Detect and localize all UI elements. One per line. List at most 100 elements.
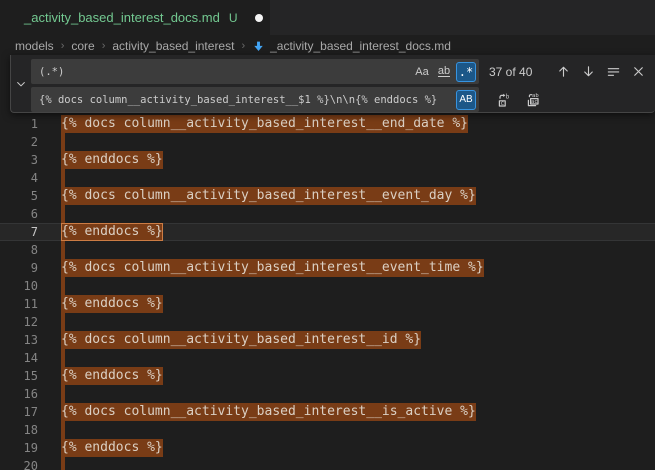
editor-line[interactable]: 9{% docs column__activity_based_interest… [0,259,655,277]
editor-line[interactable]: 6 [0,205,655,223]
find-input[interactable] [31,59,410,84]
line-content: {% docs column__activity_based_interest_… [61,403,476,421]
line-number: 19 [0,439,38,457]
line-content [61,385,65,403]
editor-line[interactable]: 14 [0,349,655,367]
markdown-file-icon [252,40,265,53]
find-match: {% enddocs %} [61,367,163,385]
current-find-match: {% enddocs %} [61,223,163,241]
find-input-box: Aa ab .* [31,59,479,84]
replace-row: AB b c a [31,87,651,112]
line-content [61,313,65,331]
line-number: 5 [0,187,38,205]
find-match-empty [61,313,65,331]
find-match-empty [61,133,65,151]
regex-toggle[interactable]: .* [456,62,476,82]
find-actions [553,61,651,82]
find-match-empty [61,241,65,259]
line-content: {% enddocs %} [61,151,163,169]
editor-line[interactable]: 17 {% docs column__activity_based_interes… [0,403,655,421]
close-icon [631,64,646,79]
editor-line[interactable]: 3 {% enddocs %} [0,151,655,169]
line-number: 13 [0,331,38,349]
line-content: {% enddocs %} [61,223,163,241]
replace-input[interactable] [31,87,454,112]
breadcrumb-item-folder[interactable]: activity_based_interest [112,39,234,53]
editor-line[interactable]: 15 {% enddocs %} [0,367,655,385]
line-content [61,133,65,151]
line-content: {% docs column__activity_based_interest_… [61,115,468,133]
svg-text:ac: ac [530,98,537,104]
editor-line[interactable]: 11 {% enddocs %} [0,295,655,313]
line-number: 6 [0,205,38,223]
toggle-replace-chevron[interactable] [11,55,31,112]
line-number: 3 [0,151,38,169]
editor-line[interactable]: 5 {% docs column__activity_based_interest… [0,187,655,205]
line-content [61,205,65,223]
line-number: 17 [0,403,38,421]
editor-line[interactable]: 2 [0,133,655,151]
chevron-down-icon [15,78,27,90]
editor-line[interactable]: 4 [0,169,655,187]
line-number: 20 [0,457,38,470]
modified-dot-icon[interactable] [255,14,263,22]
find-row: Aa ab .* 37 of 40 [31,59,651,84]
editor-line[interactable]: 19 {% enddocs %} [0,439,655,457]
previous-match-button[interactable] [553,61,574,82]
close-find-button[interactable] [628,61,649,82]
editor-line[interactable]: 20 [0,457,655,470]
line-content [61,169,65,187]
find-match-empty [61,349,65,367]
replace-actions: b c ab ac [494,89,543,110]
line-content [61,241,65,259]
replace-icon: b c [497,92,513,108]
svg-text:c: c [500,100,504,107]
chevron-right-icon: › [102,40,106,52]
editor-line[interactable]: 12 [0,313,655,331]
editor-line[interactable]: 8 [0,241,655,259]
editor-line[interactable]: 16 [0,385,655,403]
whole-word-toggle[interactable]: ab [434,62,454,82]
breadcrumb: models › core › activity_based_interest … [0,35,655,57]
find-match: {% docs column__activity_based_interest_… [61,403,476,421]
line-number: 11 [0,295,38,313]
git-status-badge: U [229,11,238,25]
next-match-button[interactable] [578,61,599,82]
replace-button[interactable]: b c [494,89,515,110]
line-content [61,421,65,439]
find-match-empty [61,385,65,403]
find-match: {% enddocs %} [61,151,163,169]
editor-line[interactable]: 1 {% docs column__activity_based_interest… [0,115,655,133]
tab-title: _activity_based_interest_docs.md [24,10,220,25]
line-content: {% enddocs %} [61,439,163,457]
editor-line[interactable]: 10 [0,277,655,295]
line-content: {% enddocs %} [61,367,163,385]
replace-all-button[interactable]: ab ac [522,89,543,110]
breadcrumb-item-file[interactable]: _activity_based_interest_docs.md [252,39,451,53]
editor-line[interactable]: 18 [0,421,655,439]
find-match: {% docs column__activity_based_interest_… [61,187,476,205]
line-number: 14 [0,349,38,367]
editor-pane[interactable]: 1 {% docs column__activity_based_interest… [0,57,655,470]
svg-text:b: b [505,93,509,100]
line-number: 15 [0,367,38,385]
chevron-right-icon: › [241,40,245,52]
find-in-selection-button[interactable] [603,61,624,82]
line-content: {% docs column__activity_based_interest_… [61,331,421,349]
tab-active-file[interactable]: _activity_based_interest_docs.md U [0,0,270,35]
breadcrumb-item-models[interactable]: models [15,39,54,53]
selection-lines-icon [606,64,621,79]
line-number: 1 [0,115,38,133]
find-match-empty [61,205,65,223]
editor-line[interactable]: 7{% enddocs %} [0,223,655,241]
match-case-toggle[interactable]: Aa [412,62,432,82]
line-number: 12 [0,313,38,331]
vscode-window: _activity_based_interest_docs.md U model… [0,0,655,470]
breadcrumb-item-core[interactable]: core [71,39,94,53]
preserve-case-toggle[interactable]: AB [456,90,476,110]
line-number: 4 [0,169,38,187]
editor-line[interactable]: 13 {% docs column__activity_based_interes… [0,331,655,349]
match-count: 37 of 40 [489,65,551,79]
line-content: {% enddocs %} [61,295,163,313]
line-content: {% docs column__activity_based_interest_… [61,187,476,205]
